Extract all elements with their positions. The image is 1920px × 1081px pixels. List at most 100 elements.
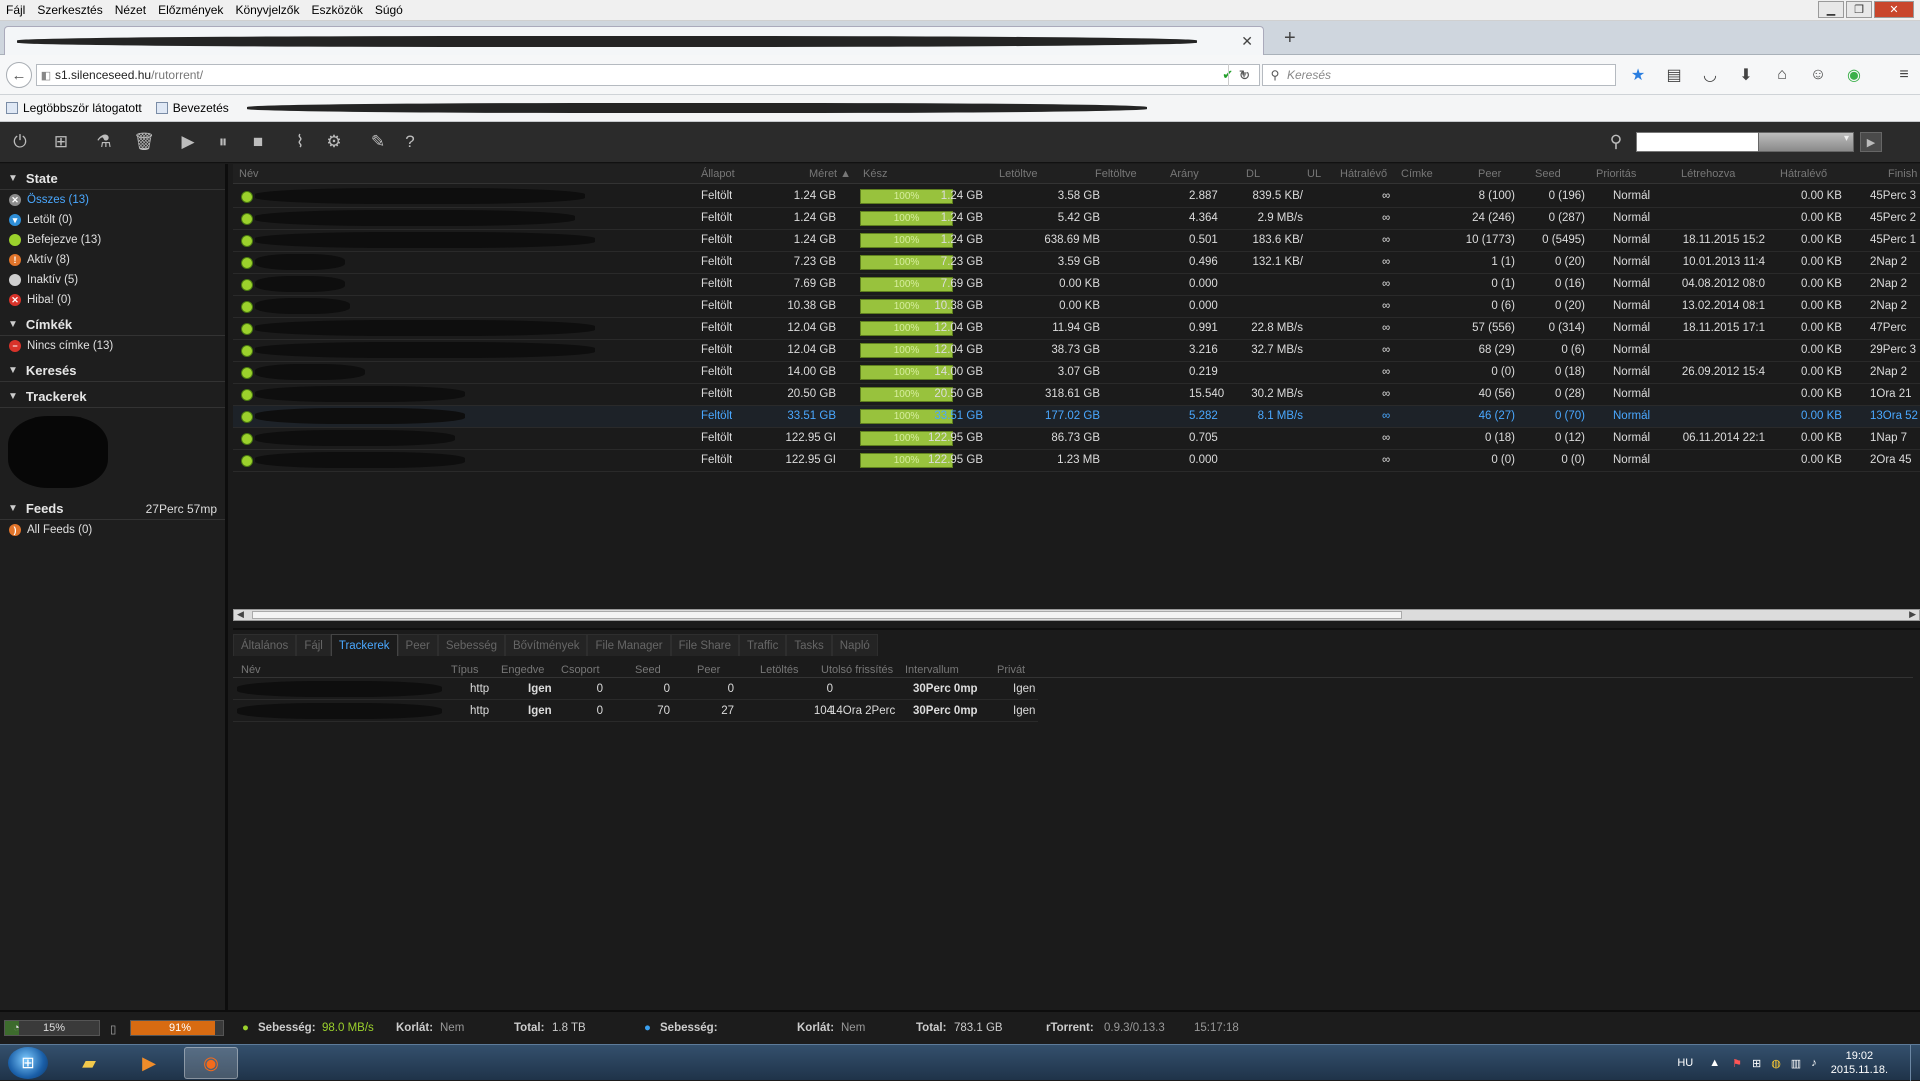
bookmark-most-visited[interactable]: Legtöbbször látogatott [6,101,142,115]
menu-history[interactable]: Előzmények [152,3,229,17]
settings-gear-icon[interactable]: ⚙ [322,130,346,154]
back-button[interactable]: ← [6,62,32,88]
stop-icon[interactable]: ■ [246,130,270,154]
home-icon[interactable]: ⌂ [1770,64,1794,86]
menu-bookmarks[interactable]: Könyvjelzők [229,3,305,17]
tcol-group[interactable]: Csoport [561,664,600,676]
col-status[interactable]: Állapot [701,168,735,180]
tracker-row[interactable]: http Igen 0 70 27 104 14Óra 2Perc 30Perc 0mp Ige… [233,701,1038,722]
tray-app-icon[interactable]: ◍ [1771,1057,1781,1070]
language-indicator[interactable]: HU [1677,1057,1693,1069]
site-info-icon[interactable]: ◧ [37,69,55,82]
tab-napló[interactable]: Napló [831,634,878,656]
col-label[interactable]: Címke [1401,168,1433,180]
state-filter-item[interactable]: Befejezve (13) [0,230,225,250]
rss-icon[interactable]: ⌇ [288,130,312,154]
menu-tools[interactable]: Eszközök [305,3,368,17]
restore-button[interactable]: ❐ [1846,1,1872,18]
tray-expand-icon[interactable]: ▲ [1709,1057,1720,1069]
col-dl[interactable]: DL [1246,168,1260,180]
torrent-row[interactable]: 100% Feltölt 14.00 GB 14.00 GB 3.07 GB 0.219 ∞… [233,362,1920,384]
chat-icon[interactable]: ☺ [1806,64,1830,86]
col-finished[interactable]: Finish [1888,168,1917,180]
state-filter-item[interactable]: ✕ Hiba! (0) [0,290,225,310]
tcol-name[interactable]: Név [241,664,261,676]
explorer-taskbar-icon[interactable]: ▰ [62,1047,116,1079]
tcol-seed[interactable]: Seed [635,664,661,676]
tab-file-manager[interactable]: File Manager [587,634,671,656]
browser-tab-active[interactable]: ✕ [4,26,1264,55]
tcol-private[interactable]: Privát [997,664,1025,676]
col-remaining[interactable]: Hátralévő [1780,168,1827,180]
help-icon[interactable]: ? [398,130,422,154]
tcol-last[interactable]: Utolsó frissítés [821,664,893,676]
extension-icon[interactable]: ◉ [1842,64,1866,86]
delete-icon[interactable]: 🗑 [132,130,156,154]
reload-button[interactable]: ↻ [1228,64,1260,86]
torrent-row[interactable]: 100% Feltölt 12.04 GB 12.04 GB 11.94 GB 0.991… [233,318,1920,340]
label-filter-none[interactable]: − Nincs címke (13) [0,336,225,356]
show-desktop-button[interactable] [1910,1045,1920,1081]
col-created[interactable]: Létrehozva [1681,168,1735,180]
tab-fájl[interactable]: Fájl [296,634,331,656]
pocket-icon[interactable]: ◡ [1698,64,1722,86]
start-button[interactable]: ⊞ [8,1047,48,1079]
tcol-type[interactable]: Típus [451,664,479,676]
col-uploaded[interactable]: Feltöltve [1095,168,1137,180]
torrent-row[interactable]: 100% Feltölt 33.51 GB 33.51 GB 177.02 GB 5.28… [233,406,1920,428]
bookmarks-menu-icon[interactable]: ▤ [1662,64,1686,86]
torrent-row[interactable]: 100% Feltölt 1.24 GB 1.24 GB 638.69 MB 0.501 1… [233,230,1920,252]
col-peers[interactable]: Peer [1478,168,1501,180]
torrent-row[interactable]: 100% Feltölt 7.23 GB 7.23 GB 3.59 GB 0.496 132… [233,252,1920,274]
start-icon[interactable]: ▶ [176,130,200,154]
section-search[interactable]: ▼ Keresés [0,360,225,382]
tcol-downloads[interactable]: Letöltés [760,664,799,676]
tray-windows-icon[interactable]: ⊞ [1752,1057,1761,1070]
hamburger-menu-icon[interactable]: ≡ [1892,64,1916,86]
torrent-row[interactable]: 100% Feltölt 7.69 GB 7.69 GB 0.00 KB 0.000 ∞ 0 … [233,274,1920,296]
plugins-icon[interactable]: ✎ [366,130,390,154]
system-clock[interactable]: 19:02 2015.11.18. [1831,1049,1888,1077]
tab-close-icon[interactable]: ✕ [1241,33,1253,50]
minimize-button[interactable]: ▁ [1818,1,1844,18]
close-window-button[interactable]: ✕ [1874,1,1914,18]
section-state[interactable]: ▼ State [0,168,225,190]
scrollbar-thumb[interactable] [252,611,1402,619]
media-player-taskbar-icon[interactable]: ▶ [122,1047,176,1079]
col-eta[interactable]: Hátralévő [1340,168,1387,180]
col-priority[interactable]: Prioritás [1596,168,1636,180]
tray-network-icon[interactable]: ▥ [1791,1057,1801,1070]
col-size[interactable]: Méret ▲ [809,168,851,180]
tcol-interval[interactable]: Intervallum [905,664,959,676]
search-engine-select[interactable]: ▾ [1758,132,1854,152]
tab-általános[interactable]: Általános [233,634,297,656]
download-limit[interactable]: Nem [440,1022,464,1034]
tab-traffic[interactable]: Traffic [739,634,787,656]
col-ratio[interactable]: Arány [1170,168,1199,180]
tab-peer[interactable]: Peer [397,634,438,656]
torrent-row[interactable]: 100% Feltölt 1.24 GB 1.24 GB 3.58 GB 2.887 839… [233,186,1920,208]
search-go-button[interactable]: ▶ [1860,132,1882,152]
torrent-row[interactable]: 100% Feltölt 12.04 GB 12.04 GB 38.73 GB 3.216… [233,340,1920,362]
section-feeds[interactable]: ▼ Feeds 27Perc 57mp [0,498,225,520]
scroll-left-icon[interactable]: ◀ [237,609,244,620]
col-name[interactable]: Név [239,168,259,180]
state-filter-item[interactable]: ▾ Letölt (0) [0,210,225,230]
tab-bővítmények[interactable]: Bővítmények [505,634,588,656]
torrent-row[interactable]: 100% Feltölt 1.24 GB 1.24 GB 5.42 GB 4.364 2.9… [233,208,1920,230]
torrent-row[interactable]: 100% Feltölt 122.95 GI 122.95 GB 1.23 MB 0.00… [233,450,1920,472]
url-bar[interactable]: ◧ s1.silenceseed.hu/rutorrent/ ✔ ▼ [36,64,1260,86]
new-tab-button[interactable]: + [1284,27,1296,50]
section-labels[interactable]: ▼ Címkék [0,314,225,336]
menu-file[interactable]: Fájl [0,3,31,17]
tcol-peer[interactable]: Peer [697,664,720,676]
scroll-right-icon[interactable]: ▶ [1909,609,1916,620]
bookmark-getting-started[interactable]: Bevezetés [155,101,229,115]
tab-trackerek[interactable]: Trackerek [330,634,398,656]
firefox-taskbar-icon[interactable]: ◉ [184,1047,238,1079]
power-icon[interactable]: ⏻ [8,130,32,154]
tab-file-share[interactable]: File Share [670,634,740,656]
pause-icon[interactable]: ⏸ [211,130,235,154]
feed-all[interactable]: ) All Feeds (0) [0,520,225,540]
menu-help[interactable]: Súgó [369,3,409,17]
